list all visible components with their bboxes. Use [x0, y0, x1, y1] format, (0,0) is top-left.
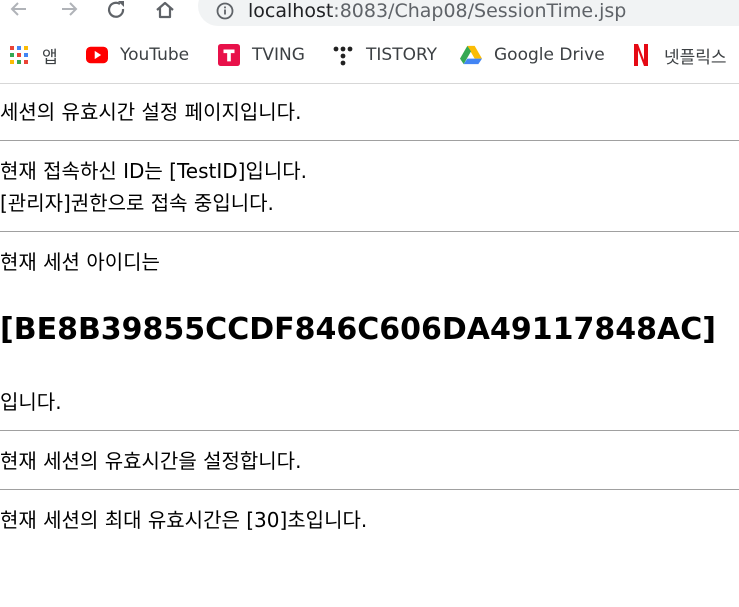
user-id-line: 현재 접속하신 ID는 [TestID]입니다.: [0, 159, 308, 183]
bookmark-netflix[interactable]: 넷플릭스: [630, 42, 727, 68]
tistory-icon: [332, 44, 354, 66]
timeout-max-line: 현재 세션의 최대 유효시간은 [30]초입니다.: [0, 508, 368, 532]
user-role-line: [관리자]권한으로 접속 중입니다.: [0, 191, 274, 215]
bookmark-label: TISTORY: [366, 45, 438, 65]
bookmark-label: YouTube: [120, 45, 190, 65]
divider: [0, 231, 739, 232]
session-id-outro: 입니다.: [0, 390, 62, 414]
bookmark-youtube[interactable]: YouTube: [86, 42, 189, 68]
divider: [0, 489, 739, 490]
browser-toolbar: localhost:8083/Chap08/SessionTime.jsp: [0, 0, 739, 30]
back-button[interactable]: [6, 0, 32, 22]
bookmark-label: 넷플릭스: [664, 47, 727, 68]
back-arrow-icon: [10, 2, 26, 16]
timeout-set-line: 현재 세션의 유효시간을 설정합니다.: [0, 449, 302, 473]
bookmark-google-drive[interactable]: Google Drive: [460, 42, 605, 68]
page-heading: 세션의 유효시간 설정 페이지입니다.: [0, 100, 302, 124]
divider: [0, 140, 739, 141]
bookmark-tistory[interactable]: TISTORY: [332, 42, 437, 68]
google-drive-icon: [460, 44, 482, 66]
tving-icon: [218, 44, 240, 66]
forward-button[interactable]: [56, 0, 82, 22]
divider: [0, 430, 739, 431]
bookmark-label: Google Drive: [494, 45, 605, 65]
bookmark-label: TVING: [252, 45, 305, 65]
session-id-value: [BE8B39855CCDF846C606DA49117848AC]: [0, 312, 716, 347]
bookmarks-divider: [0, 83, 739, 84]
url-host: localhost: [248, 0, 334, 22]
forward-arrow-icon: [62, 2, 78, 16]
bookmark-apps[interactable]: 앱: [8, 42, 58, 68]
home-button[interactable]: [152, 0, 178, 22]
apps-grid-icon: [8, 44, 30, 66]
netflix-icon: [630, 44, 652, 66]
url-text[interactable]: localhost:8083/Chap08/SessionTime.jsp: [248, 0, 626, 22]
reload-button[interactable]: [104, 0, 130, 22]
reload-icon: [107, 1, 125, 18]
home-icon: [156, 1, 174, 19]
url-path: :8083/Chap08/SessionTime.jsp: [333, 0, 627, 22]
bookmark-label: 앱: [42, 47, 58, 68]
bookmarks-bar: 앱 YouTube TVING TISTORY Google Drive 넷플릭…: [0, 36, 739, 74]
address-bar[interactable]: localhost:8083/Chap08/SessionTime.jsp: [198, 0, 739, 26]
bookmark-tving[interactable]: TVING: [218, 42, 305, 68]
youtube-icon: [86, 44, 108, 66]
site-info-icon: [216, 2, 234, 20]
session-id-intro: 현재 세션 아이디는: [0, 250, 160, 274]
